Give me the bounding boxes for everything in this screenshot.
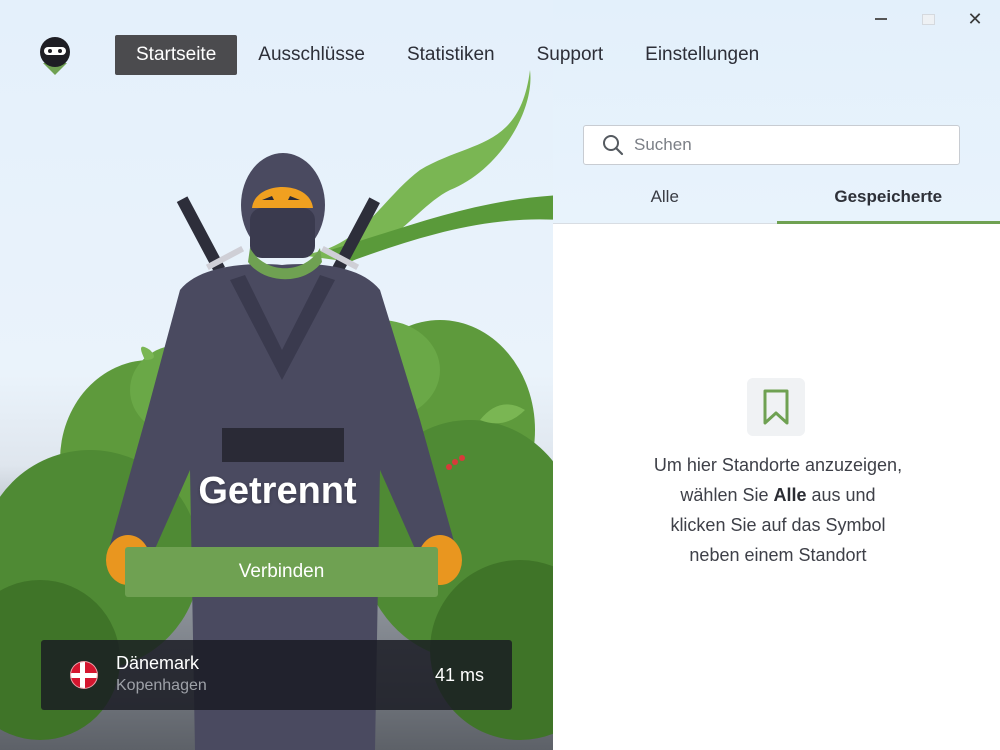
location-tabs: Alle Gespeicherte — [553, 170, 1000, 224]
minimize-icon[interactable] — [866, 6, 896, 32]
empty-line-4: neben einem Standort — [689, 545, 867, 565]
empty-line-2-post: aus und — [806, 485, 876, 505]
main-nav: Startseite Ausschlüsse Statistiken Suppo… — [115, 35, 780, 75]
maximize-icon[interactable] — [913, 6, 943, 32]
bookmark-icon — [747, 378, 805, 436]
nav-support[interactable]: Support — [516, 35, 625, 75]
denmark-flag-icon — [70, 661, 98, 689]
tab-gespeicherte[interactable]: Gespeicherte — [776, 170, 1000, 224]
nav-statistiken[interactable]: Statistiken — [386, 35, 516, 75]
app-window: Startseite Ausschlüsse Statistiken Suppo… — [0, 0, 1000, 750]
nav-startseite[interactable]: Startseite — [115, 35, 238, 75]
connection-status: Getrennt — [198, 470, 357, 512]
connect-button[interactable]: Verbinden — [125, 547, 438, 597]
close-icon[interactable]: ✕ — [960, 6, 990, 32]
location-country: Dänemark — [116, 653, 200, 673]
nav-einstellungen[interactable]: Einstellungen — [624, 35, 780, 75]
ninja-illustration — [0, 0, 553, 750]
empty-line-1: Um hier Standorte anzuzeigen, — [653, 455, 903, 475]
search-icon — [603, 135, 624, 156]
location-ping: 41 ms — [434, 665, 484, 685]
empty-line-2-pre: wählen Sie — [680, 485, 774, 505]
empty-line-3: klicken Sie auf das Symbol — [670, 515, 886, 535]
nav-ausschluesse[interactable]: Ausschlüsse — [237, 35, 386, 75]
location-city: Kopenhagen — [116, 677, 207, 694]
empty-line-2-bold: Alle — [773, 485, 807, 505]
search-input[interactable] — [634, 135, 934, 155]
app-logo — [38, 35, 72, 77]
selected-location[interactable]: Dänemark Kopenhagen 41 ms — [41, 640, 512, 710]
empty-state-message: Um hier Standorte anzuzeigen, wählen Sie… — [600, 450, 956, 570]
tab-alle[interactable]: Alle — [553, 170, 777, 223]
search-box[interactable] — [583, 125, 960, 165]
empty-line-2: wählen Sie Alle aus und — [600, 480, 956, 510]
